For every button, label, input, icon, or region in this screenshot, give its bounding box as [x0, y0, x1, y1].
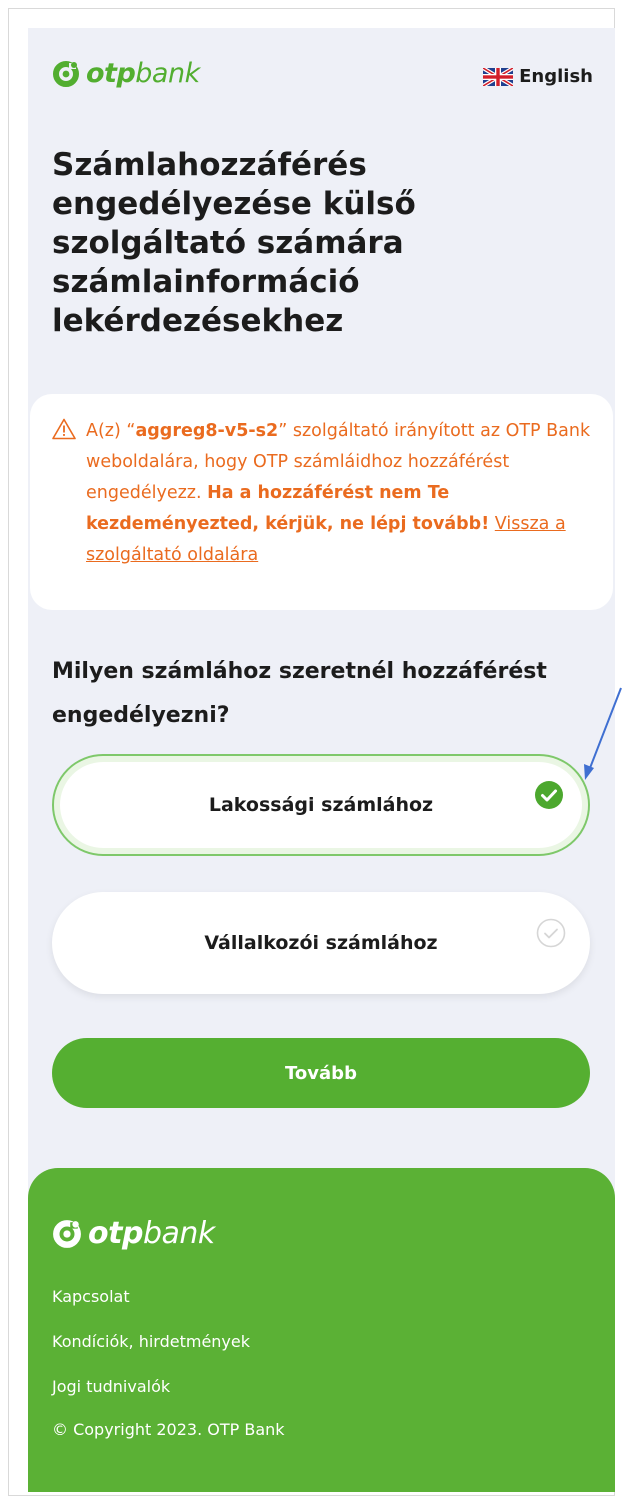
- logo-text-strong: otp: [86, 58, 136, 89]
- option-label: Vállalkozói számlához: [204, 932, 438, 954]
- otp-bank-logo[interactable]: otpbank: [52, 58, 200, 89]
- logo-text-light: bank: [135, 58, 200, 89]
- option-business-account[interactable]: Vállalkozói számlához: [52, 892, 590, 994]
- otp-consent-screen: otpbank English Számlahozzáférés engedél…: [28, 28, 615, 1492]
- logo-text-light: bank: [142, 1216, 215, 1251]
- warning-prefix: A(z) “: [86, 421, 136, 441]
- footer-links: Kapcsolat Kondíciók, hirdetmények Jogi t…: [52, 1286, 250, 1421]
- footer-otp-bank-logo[interactable]: otpbank: [52, 1216, 215, 1251]
- otp-logo-mark-icon: [53, 1219, 81, 1248]
- warning-triangle-icon: [52, 418, 76, 440]
- logo-text-strong: otp: [88, 1216, 143, 1251]
- footer-link-legal[interactable]: Jogi tudnivalók: [52, 1376, 250, 1421]
- page-title: Számlahozzáférés engedélyezése külső szo…: [52, 147, 416, 339]
- footer-link-contact[interactable]: Kapcsolat: [52, 1286, 250, 1331]
- check-circle-outline-icon: [536, 918, 566, 948]
- footer-link-conditions[interactable]: Kondíciók, hirdetmények: [52, 1331, 250, 1376]
- provider-name: aggreg8-v5-s2: [135, 421, 279, 441]
- uk-flag-icon: [483, 67, 514, 86]
- language-label: English: [519, 66, 593, 87]
- check-circle-filled-icon: [535, 781, 563, 809]
- language-switcher[interactable]: English: [483, 66, 593, 87]
- option-retail-account[interactable]: Lakossági számlához: [52, 754, 590, 856]
- otp-logo-mark-icon: [53, 60, 79, 87]
- continue-button[interactable]: Tovább: [52, 1038, 590, 1108]
- option-label: Lakossági számlához: [208, 794, 434, 816]
- footer: otpbank Kapcsolat Kondíciók, hirdetménye…: [28, 1168, 615, 1492]
- account-type-question: Milyen számlához szeretnél hozzáférést e…: [52, 659, 547, 728]
- copyright-text: © Copyright 2023. OTP Bank: [52, 1420, 285, 1439]
- warning-card: A(z) “aggreg8-v5-s2” szolgáltató irányít…: [30, 394, 613, 610]
- warning-message: A(z) “aggreg8-v5-s2” szolgáltató irányít…: [86, 416, 593, 590]
